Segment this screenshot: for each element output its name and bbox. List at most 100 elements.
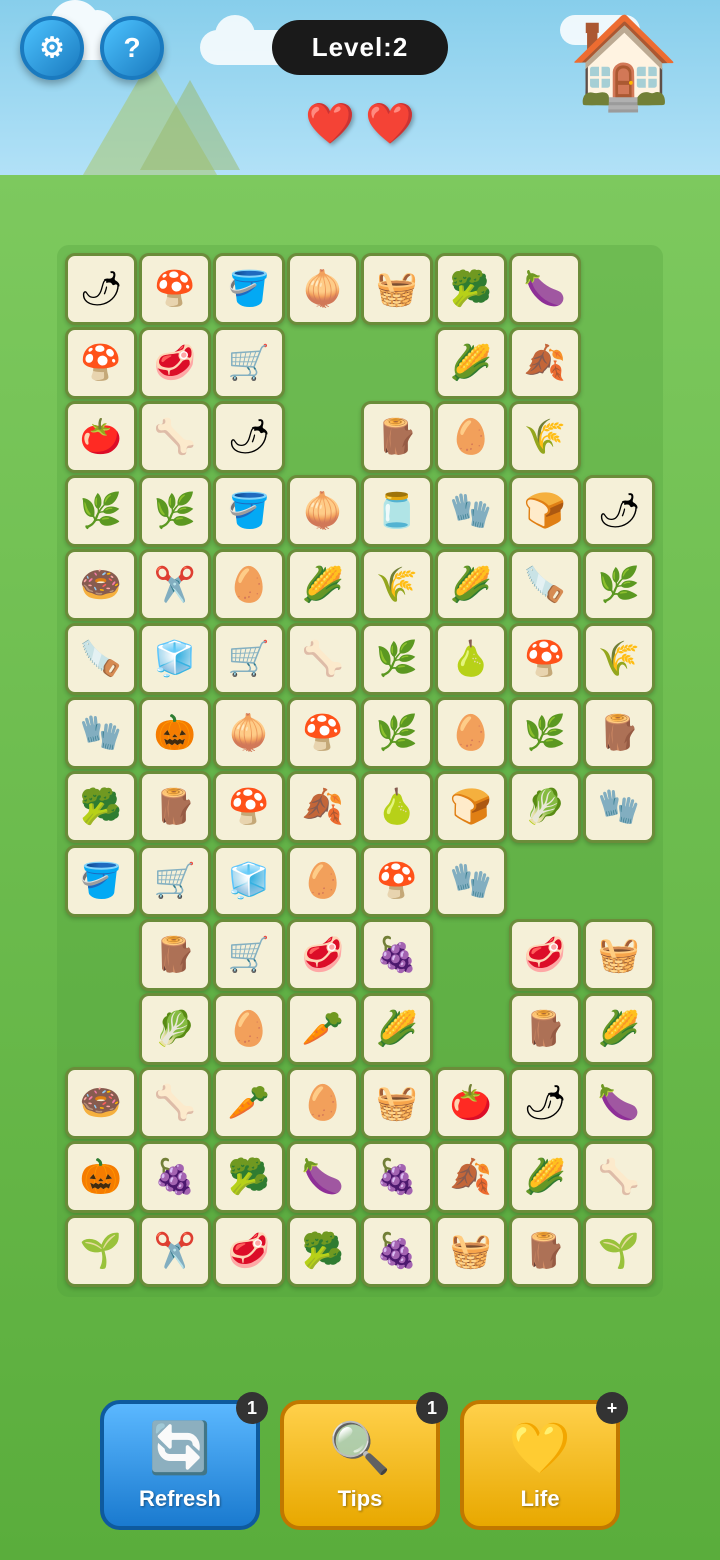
tile[interactable]: 🍞	[509, 475, 581, 547]
tile[interactable]: 🍄	[361, 845, 433, 917]
tile[interactable]: 🥚	[435, 401, 507, 473]
tile[interactable]: 🪚	[509, 549, 581, 621]
tile[interactable]: 🌽	[509, 1141, 581, 1213]
tile[interactable]: 🍐	[435, 623, 507, 695]
tile[interactable]: 🍂	[287, 771, 359, 843]
tile[interactable]: 🌿	[361, 697, 433, 769]
tile[interactable]: 🍇	[361, 1141, 433, 1213]
tile[interactable]: 🌿	[509, 697, 581, 769]
tile[interactable]: ✂️	[139, 1215, 211, 1287]
tile[interactable]: 🪣	[65, 845, 137, 917]
tile[interactable]: 🍇	[139, 1141, 211, 1213]
tile[interactable]: 🧊	[213, 845, 285, 917]
tile[interactable]: 🌾	[583, 623, 655, 695]
tile[interactable]: 🪵	[361, 401, 433, 473]
tile[interactable]: 🦴	[583, 1141, 655, 1213]
tile[interactable]: 🥩	[213, 1215, 285, 1287]
tile[interactable]: 🫙	[361, 475, 433, 547]
tile[interactable]: 🍞	[435, 771, 507, 843]
tile[interactable]: 🍩	[65, 549, 137, 621]
tile[interactable]: 🌽	[287, 549, 359, 621]
tile[interactable]: 🎃	[65, 1141, 137, 1213]
tile[interactable]: 🪵	[509, 993, 581, 1065]
refresh-button[interactable]: 1 🔄 Refresh	[100, 1400, 260, 1530]
tile[interactable]: 🥚	[287, 1067, 359, 1139]
tile[interactable]: 🥦	[287, 1215, 359, 1287]
tile[interactable]: 🍂	[435, 1141, 507, 1213]
settings-button[interactable]: ⚙	[20, 16, 84, 80]
tile[interactable]: 🥚	[435, 697, 507, 769]
tile[interactable]: 🧊	[139, 623, 211, 695]
tile[interactable]: 🍄	[65, 327, 137, 399]
tile[interactable]: 🥬	[139, 993, 211, 1065]
tile[interactable]: 🦴	[139, 401, 211, 473]
tile[interactable]: 🥕	[213, 1067, 285, 1139]
tile[interactable]: 🌿	[583, 549, 655, 621]
tile[interactable]: 🪵	[509, 1215, 581, 1287]
tile[interactable]: 🌱	[65, 1215, 137, 1287]
tile[interactable]: 🧤	[435, 475, 507, 547]
tile[interactable]: 🥕	[287, 993, 359, 1065]
tile[interactable]: ✂️	[139, 549, 211, 621]
tile[interactable]: 🍩	[65, 1067, 137, 1139]
tile[interactable]: 🥩	[287, 919, 359, 991]
tile[interactable]: 🧺	[361, 1067, 433, 1139]
tile[interactable]: 🌾	[361, 549, 433, 621]
tile[interactable]: 🍆	[583, 1067, 655, 1139]
tile[interactable]: 🍄	[213, 771, 285, 843]
tile[interactable]: 🪣	[213, 475, 285, 547]
tile[interactable]: 🍄	[287, 697, 359, 769]
tile[interactable]: 🌶	[583, 475, 655, 547]
tile[interactable]: 🧅	[213, 697, 285, 769]
tile[interactable]: 🌽	[583, 993, 655, 1065]
tile[interactable]: 🍅	[435, 1067, 507, 1139]
tile[interactable]: 🍇	[361, 1215, 433, 1287]
tile[interactable]: 🧺	[361, 253, 433, 325]
tile[interactable]: 🍐	[361, 771, 433, 843]
tile[interactable]: 🥦	[435, 253, 507, 325]
tile[interactable]: 🌾	[509, 401, 581, 473]
tile[interactable]: 🪣	[213, 253, 285, 325]
tile[interactable]: 🧤	[583, 771, 655, 843]
tile[interactable]: 🌶	[509, 1067, 581, 1139]
tile[interactable]: 🥩	[509, 919, 581, 991]
tile[interactable]: 🍇	[361, 919, 433, 991]
tile[interactable]: 🛒	[213, 623, 285, 695]
help-button[interactable]: ?	[100, 16, 164, 80]
tips-button[interactable]: 1 🔍 Tips	[280, 1400, 440, 1530]
tile[interactable]: 🍆	[509, 253, 581, 325]
tile[interactable]: 🌽	[435, 549, 507, 621]
tile[interactable]: 🧅	[287, 475, 359, 547]
tile[interactable]: 🧤	[65, 697, 137, 769]
tile[interactable]: 🥬	[509, 771, 581, 843]
tile[interactable]: 🛒	[213, 327, 285, 399]
tile[interactable]: 🛒	[139, 845, 211, 917]
tile[interactable]: 🪵	[139, 771, 211, 843]
tile[interactable]: 🥚	[213, 993, 285, 1065]
tile[interactable]: 🥦	[65, 771, 137, 843]
tile[interactable]: 🌶	[213, 401, 285, 473]
tile[interactable]: 🥩	[139, 327, 211, 399]
tile[interactable]: 🌿	[139, 475, 211, 547]
tile[interactable]: 🍂	[509, 327, 581, 399]
tile[interactable]: 🧤	[435, 845, 507, 917]
tile[interactable]: 🎃	[139, 697, 211, 769]
life-button[interactable]: + 💛 Life	[460, 1400, 620, 1530]
tile[interactable]: 🦴	[139, 1067, 211, 1139]
tile[interactable]: 🍄	[509, 623, 581, 695]
tile[interactable]: 🥦	[213, 1141, 285, 1213]
tile[interactable]: 🧅	[287, 253, 359, 325]
tile[interactable]: 🪵	[139, 919, 211, 991]
tile[interactable]: 🪚	[65, 623, 137, 695]
tile[interactable]: 🪵	[583, 697, 655, 769]
tile[interactable]: 🍄	[139, 253, 211, 325]
tile[interactable]: 🌿	[65, 475, 137, 547]
tile[interactable]: 🍆	[287, 1141, 359, 1213]
tile[interactable]: 🌶	[65, 253, 137, 325]
tile[interactable]: 🧺	[435, 1215, 507, 1287]
tile[interactable]: 🌿	[361, 623, 433, 695]
tile[interactable]: 🌱	[583, 1215, 655, 1287]
tile[interactable]: 🥚	[287, 845, 359, 917]
tile[interactable]: 🛒	[213, 919, 285, 991]
tile[interactable]: 🌽	[435, 327, 507, 399]
